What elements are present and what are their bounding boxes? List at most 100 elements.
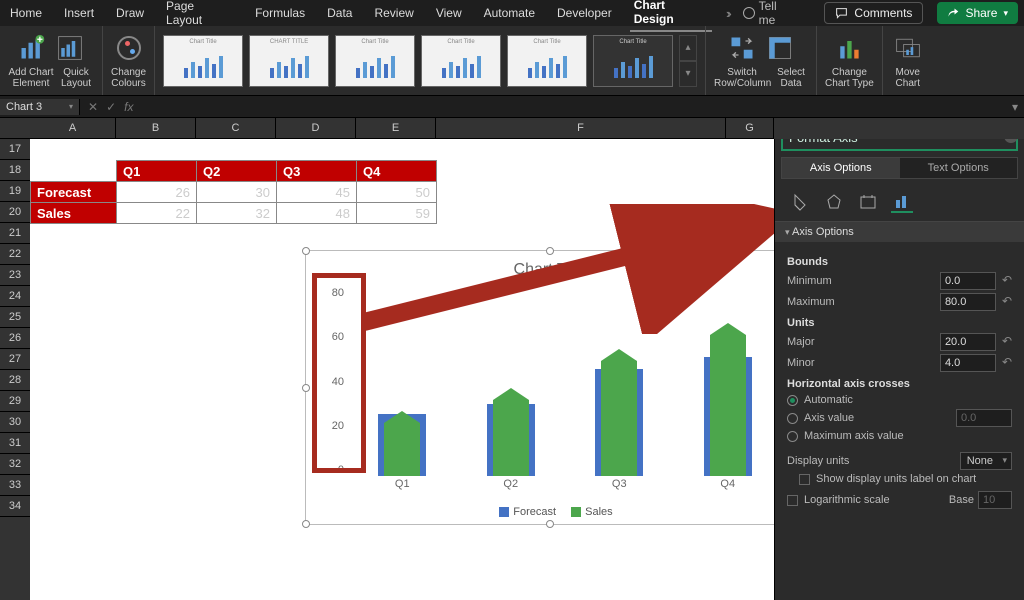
row-header[interactable]: 27 xyxy=(0,349,30,370)
table-cell[interactable]: 30 xyxy=(197,182,277,203)
row-header[interactable]: 20 xyxy=(0,202,30,223)
tab-insert[interactable]: Insert xyxy=(60,2,98,24)
tell-me-search[interactable]: Tell me xyxy=(743,0,797,27)
bar-sales[interactable] xyxy=(601,361,637,476)
move-chart-button[interactable] xyxy=(891,31,925,65)
table-cell[interactable]: 59 xyxy=(357,203,437,224)
table-cell[interactable]: 45 xyxy=(277,182,357,203)
radio-max-axis-value[interactable] xyxy=(787,431,798,442)
column-headers[interactable]: ABCDEFG xyxy=(30,118,1024,139)
resize-handle[interactable] xyxy=(302,520,310,528)
row-header[interactable]: 33 xyxy=(0,475,30,496)
column-header[interactable]: E xyxy=(356,118,436,139)
row-header[interactable]: 29 xyxy=(0,391,30,412)
name-box[interactable]: Chart 3▾ xyxy=(0,99,80,115)
change-chart-type-button[interactable] xyxy=(832,31,866,65)
radio-axis-value[interactable] xyxy=(787,413,798,424)
minor-unit-input[interactable] xyxy=(940,354,996,372)
row-header[interactable]: 22 xyxy=(0,244,30,265)
resize-handle[interactable] xyxy=(546,520,554,528)
row-header[interactable]: 34 xyxy=(0,496,30,517)
name-box-dropdown-icon[interactable]: ▾ xyxy=(69,102,73,111)
enter-formula-icon[interactable]: ✓ xyxy=(106,100,116,114)
row-header[interactable]: 28 xyxy=(0,370,30,391)
reset-maximum-button[interactable]: ↶ xyxy=(1002,294,1012,308)
row-header[interactable]: 17 xyxy=(0,139,30,160)
table-cell[interactable]: 50 xyxy=(357,182,437,203)
tabs-overflow-icon[interactable] xyxy=(726,6,729,21)
pane-tab-axis-options[interactable]: Axis Options xyxy=(782,158,900,178)
display-units-select[interactable]: None xyxy=(960,452,1012,470)
chart-legend[interactable]: Forecast Sales xyxy=(306,506,794,518)
tab-automate[interactable]: Automate xyxy=(480,2,539,24)
chart-style-2[interactable]: CHART TITLE xyxy=(249,35,329,87)
reset-major-button[interactable]: ↶ xyxy=(1002,334,1012,348)
row-header[interactable]: 23 xyxy=(0,265,30,286)
table-header-cell[interactable]: Q1 xyxy=(117,161,197,182)
column-header[interactable]: A xyxy=(30,118,116,139)
tab-draw[interactable]: Draw xyxy=(112,2,148,24)
tab-developer[interactable]: Developer xyxy=(553,2,616,24)
plot-area[interactable]: 020406080 xyxy=(348,287,780,476)
bar-sales[interactable] xyxy=(710,335,746,476)
tab-formulas[interactable]: Formulas xyxy=(251,2,309,24)
column-header[interactable]: C xyxy=(196,118,276,139)
row-header[interactable]: 30 xyxy=(0,412,30,433)
chart-style-4[interactable]: Chart Title xyxy=(421,35,501,87)
gallery-scroll[interactable]: ▴▾ xyxy=(679,35,697,87)
tab-data[interactable]: Data xyxy=(323,2,356,24)
row-header[interactable]: 26 xyxy=(0,328,30,349)
tab-review[interactable]: Review xyxy=(370,2,417,24)
row-header[interactable]: 32 xyxy=(0,454,30,475)
pane-tab-text-options[interactable]: Text Options xyxy=(900,158,1018,178)
reset-minor-button[interactable]: ↶ xyxy=(1002,355,1012,369)
chart-style-3[interactable]: Chart Title xyxy=(335,35,415,87)
add-chart-element-button[interactable] xyxy=(15,31,49,65)
change-colours-button[interactable] xyxy=(112,31,146,65)
switch-row-column-button[interactable] xyxy=(725,31,759,65)
effects-icon[interactable] xyxy=(823,191,845,213)
table-row-label[interactable]: Sales xyxy=(31,203,117,224)
table-row-label[interactable]: Forecast xyxy=(31,182,117,203)
fill-line-icon[interactable] xyxy=(789,191,811,213)
row-header[interactable]: 24 xyxy=(0,286,30,307)
minimum-input[interactable] xyxy=(940,272,996,290)
row-header[interactable]: 25 xyxy=(0,307,30,328)
chart-title[interactable]: Chart Title xyxy=(306,261,794,279)
embedded-chart[interactable]: Chart Title 020406080 Q1Q2Q3Q4 Forecast … xyxy=(305,250,795,525)
table-cell[interactable]: 22 xyxy=(117,203,197,224)
show-units-checkbox[interactable] xyxy=(799,474,810,485)
chart-style-1[interactable]: Chart Title xyxy=(163,35,243,87)
share-button[interactable]: Share ▾ xyxy=(937,2,1018,24)
resize-handle[interactable] xyxy=(302,384,310,392)
bar-sales[interactable] xyxy=(493,400,529,476)
formula-bar-expand-icon[interactable]: ▾ xyxy=(1006,100,1024,114)
axis-options-icon[interactable] xyxy=(891,191,913,213)
row-header[interactable]: 19 xyxy=(0,181,30,202)
resize-handle[interactable] xyxy=(302,247,310,255)
section-axis-options[interactable]: Axis Options xyxy=(775,222,1024,242)
tab-home[interactable]: Home xyxy=(6,2,46,24)
axis-value-input[interactable] xyxy=(956,409,1012,427)
major-unit-input[interactable] xyxy=(940,333,996,351)
select-data-button[interactable] xyxy=(763,31,797,65)
row-headers[interactable]: 171819202122232425262728293031323334 xyxy=(0,118,30,600)
column-header[interactable]: F xyxy=(436,118,726,139)
row-header[interactable]: 18 xyxy=(0,160,30,181)
table-header-cell[interactable]: Q3 xyxy=(277,161,357,182)
column-header[interactable]: D xyxy=(276,118,356,139)
size-properties-icon[interactable] xyxy=(857,191,879,213)
row-header[interactable]: 31 xyxy=(0,433,30,454)
tab-view[interactable]: View xyxy=(432,2,466,24)
log-scale-checkbox[interactable] xyxy=(787,495,798,506)
table-cell[interactable]: 48 xyxy=(277,203,357,224)
table-header-cell[interactable]: Q2 xyxy=(197,161,277,182)
bar-sales[interactable] xyxy=(384,423,420,476)
chart-style-6[interactable]: Chart Title xyxy=(593,35,673,87)
table-header-cell[interactable]: Q4 xyxy=(357,161,437,182)
gallery-up-icon[interactable]: ▴ xyxy=(679,35,697,61)
resize-handle[interactable] xyxy=(546,247,554,255)
chart-style-5[interactable]: Chart Title xyxy=(507,35,587,87)
row-header[interactable]: 21 xyxy=(0,223,30,244)
reset-minimum-button[interactable]: ↶ xyxy=(1002,273,1012,287)
